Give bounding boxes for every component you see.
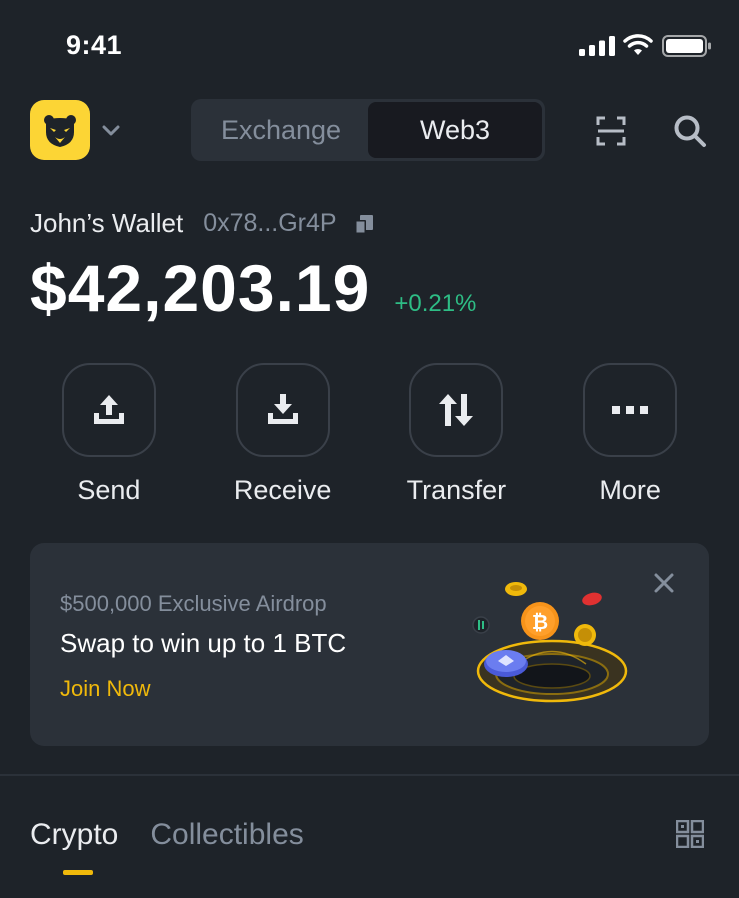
tab-crypto[interactable]: Crypto [30, 818, 118, 852]
send-icon [93, 395, 124, 424]
receive-button-circle[interactable] [235, 363, 330, 457]
send-button[interactable]: Send [22, 363, 196, 506]
tab-web3[interactable]: Web3 [368, 102, 542, 158]
asset-tabs: Crypto Collectibles [30, 818, 336, 875]
transfer-icon [439, 394, 474, 426]
coins-portal-illustration: ₿ [472, 582, 628, 703]
receive-button[interactable]: Receive [196, 363, 370, 506]
grid-view-icon[interactable] [676, 820, 704, 848]
chevron-down-icon [102, 125, 120, 136]
wallet-switcher[interactable] [30, 100, 122, 160]
exchange-web3-toggle: Exchange Web3 [191, 99, 545, 161]
more-label: More [599, 475, 661, 505]
bitcoin-coin-glyph: ₿ [532, 610, 548, 634]
tab-exchange[interactable]: Exchange [194, 102, 368, 158]
wallet-name: John’s Wallet [30, 208, 184, 238]
battery-icon [662, 35, 711, 57]
status-bar: 9:41 [0, 0, 739, 90]
action-bar: Send Receive Transfer More [22, 363, 717, 506]
send-label: Send [77, 475, 141, 505]
status-time: 9:41 [66, 30, 123, 60]
join-now-link[interactable]: Join Now [60, 676, 150, 702]
tab-collectibles[interactable]: Collectibles [150, 818, 303, 852]
receive-icon [267, 394, 298, 424]
bear-logo-icon [30, 100, 90, 160]
airdrop-banner[interactable]: $500,000 Exclusive Airdrop Swap to win u… [30, 543, 709, 746]
banner-subtitle: $500,000 Exclusive Airdrop [60, 591, 327, 616]
transfer-button-circle[interactable] [409, 363, 504, 457]
transfer-label: Transfer [406, 475, 507, 505]
more-button-circle[interactable] [583, 363, 678, 457]
balance-row: $42,203.19 +0.21% [30, 250, 476, 326]
scan-icon[interactable] [596, 116, 626, 146]
wallet-header: John’s Wallet 0x78...Gr4P [30, 208, 375, 239]
receive-label: Receive [233, 475, 332, 505]
transfer-button[interactable]: Transfer [370, 363, 544, 506]
close-icon[interactable] [652, 571, 676, 595]
more-button[interactable]: More [543, 363, 717, 506]
more-icon [612, 406, 649, 414]
send-button-circle[interactable] [61, 363, 156, 457]
search-icon[interactable] [673, 114, 707, 148]
wifi-icon [623, 34, 653, 55]
section-divider [0, 774, 739, 776]
wallet-address: 0x78...Gr4P [203, 209, 337, 237]
copy-icon[interactable] [353, 213, 375, 235]
signal-icon [579, 36, 615, 56]
balance-change: +0.21% [394, 290, 477, 317]
banner-title: Swap to win up to 1 BTC [60, 628, 347, 658]
active-tab-indicator [63, 870, 93, 875]
total-balance: $42,203.19 [30, 251, 371, 325]
